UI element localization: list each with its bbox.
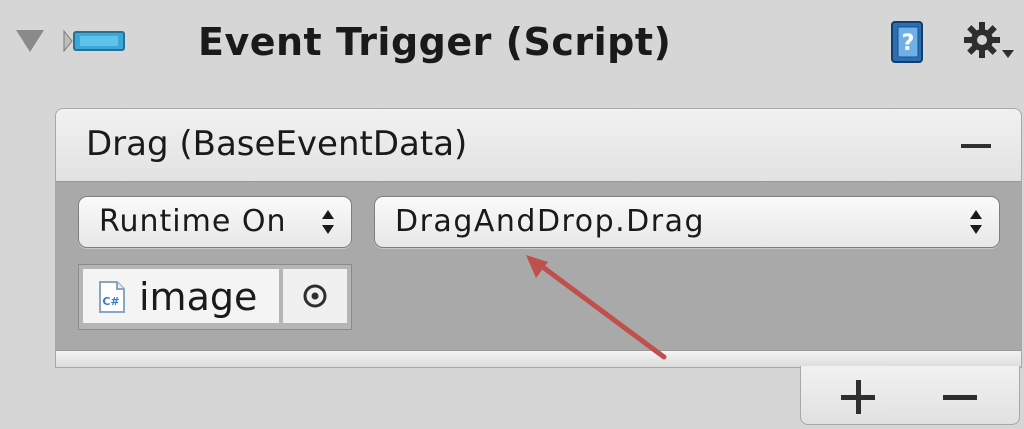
runtime-mode-dropdown[interactable]: Runtime On	[78, 196, 352, 248]
event-header: Drag (BaseEventData)	[56, 109, 1021, 182]
help-book-icon[interactable]: ?	[890, 20, 928, 64]
event-label: Drag (BaseEventData)	[86, 124, 468, 164]
method-value: DragAndDrop.Drag	[395, 204, 706, 239]
gear-icon[interactable]	[962, 20, 1016, 62]
component-title: Event Trigger (Script)	[198, 20, 672, 64]
event-call-list: Runtime On DragAndDrop.Drag C# image	[56, 182, 1021, 350]
script-component-icon	[63, 29, 125, 53]
dropdown-arrows-icon	[970, 210, 982, 234]
object-picker-icon	[303, 284, 327, 308]
csharp-script-icon: C#	[99, 281, 125, 313]
method-dropdown[interactable]: DragAndDrop.Drag	[374, 196, 1000, 248]
remove-event-button[interactable]	[961, 135, 991, 157]
event-trigger-inspector: Event Trigger (Script) ? Drag (BaseEvent…	[0, 0, 1024, 429]
event-entry: Drag (BaseEventData) Runtime On DragAndD…	[55, 108, 1022, 368]
component-header: Event Trigger (Script) ?	[0, 0, 1024, 90]
remove-event-type-button[interactable]	[943, 380, 977, 414]
add-event-button[interactable]	[841, 380, 875, 414]
runtime-mode-value: Runtime On	[99, 204, 287, 239]
foldout-arrow-icon[interactable]	[16, 30, 44, 52]
event-list-footer	[800, 366, 1020, 425]
event-footer-bar	[56, 350, 1021, 367]
target-object-label: image	[139, 275, 258, 319]
svg-text:C#: C#	[102, 295, 119, 308]
object-picker-button[interactable]	[283, 269, 347, 323]
dropdown-arrows-icon	[322, 210, 334, 234]
svg-text:?: ?	[902, 31, 915, 56]
target-object-field[interactable]: C# image	[78, 264, 352, 330]
target-object-value[interactable]: C# image	[83, 269, 279, 323]
